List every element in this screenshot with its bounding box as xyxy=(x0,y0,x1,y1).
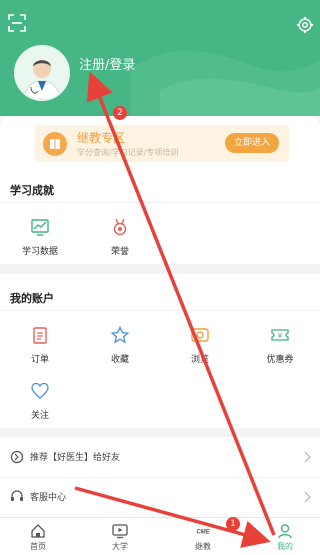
honor-item[interactable]: 荣誉 xyxy=(80,218,160,257)
order-icon xyxy=(33,327,47,344)
divider xyxy=(0,310,320,311)
book-icon xyxy=(43,132,67,156)
doctor-avatar-icon xyxy=(16,47,68,99)
chevron-right-icon xyxy=(304,451,311,463)
cme-icon: CME xyxy=(196,530,210,536)
star-icon xyxy=(111,326,129,344)
coupon-label: 优惠券 xyxy=(266,355,294,365)
order-item[interactable]: 订单 xyxy=(0,326,80,365)
recommend-label: 推荐【好医生】给好友 xyxy=(30,453,121,463)
banner-title: 继教专区 xyxy=(77,131,126,145)
recommend-row[interactable]: 推荐【好医生】给好友 xyxy=(0,437,320,477)
coupon-item[interactable]: ¥ 优惠券 xyxy=(240,326,320,365)
tab-mine-label: 我的 xyxy=(277,542,293,551)
study-data-label: 学习数据 xyxy=(21,247,58,257)
video-icon xyxy=(112,524,128,539)
step-1-number: 1 xyxy=(230,519,236,529)
enter-now-button[interactable]: 立即进入 xyxy=(225,133,279,153)
favorites-label: 收藏 xyxy=(110,355,129,365)
list-card: 推荐【好医生】给好友 客服中心 xyxy=(0,437,320,517)
study-data-item[interactable]: 学习数据 xyxy=(0,218,80,257)
avatar[interactable] xyxy=(14,45,70,101)
top-card: 继教专区 学分查询/学习记录/专项培训 立即进入 学习成就 学习数据 荣誉 xyxy=(0,116,320,264)
tab-home-label: 首页 xyxy=(30,542,46,551)
follow-label: 关注 xyxy=(30,411,49,421)
coupon-icon: ¥ xyxy=(271,329,289,341)
scan-icon[interactable] xyxy=(8,14,26,32)
bottom-tab-bar: 首页 大学 CME 继教 我的 xyxy=(0,517,320,555)
tab-university-label: 大学 xyxy=(112,542,128,551)
order-label: 订单 xyxy=(30,355,49,365)
tab-university[interactable]: 大学 xyxy=(88,518,152,555)
eye-icon xyxy=(191,328,209,342)
customer-service-label: 客服中心 xyxy=(30,493,67,503)
headset-icon xyxy=(11,490,23,501)
svg-text:CME: CME xyxy=(196,530,210,536)
study-section-title: 学习成就 xyxy=(10,184,54,197)
account-section-title: 我的账户 xyxy=(10,292,54,305)
cme-banner[interactable]: 继教专区 学分查询/学习记录/专项培训 立即进入 xyxy=(35,125,289,162)
history-item[interactable]: 浏览 xyxy=(160,326,240,365)
person-icon xyxy=(278,524,292,539)
account-card: 我的账户 订单 收藏 浏览 ¥ 优惠券 关注 xyxy=(0,274,320,428)
settings-gear-icon[interactable] xyxy=(296,16,314,34)
share-icon xyxy=(10,450,24,464)
medal-icon xyxy=(113,218,127,236)
home-icon xyxy=(31,524,45,538)
tab-cme-label: 继教 xyxy=(195,542,211,551)
heart-icon xyxy=(31,382,49,399)
customer-service-row[interactable]: 客服中心 xyxy=(0,477,320,517)
chevron-right-icon xyxy=(304,491,311,503)
history-label: 浏览 xyxy=(190,355,209,365)
profile-header: 注册/登录 xyxy=(0,0,320,116)
follow-item[interactable]: 关注 xyxy=(0,382,80,421)
login-register-link[interactable]: 注册/登录 xyxy=(79,54,135,73)
tab-mine[interactable]: 我的 xyxy=(253,518,317,555)
honor-label: 荣誉 xyxy=(110,247,129,257)
banner-subtitle: 学分查询/学习记录/专项培训 xyxy=(77,148,179,157)
chart-icon xyxy=(31,219,49,236)
favorites-item[interactable]: 收藏 xyxy=(80,326,160,365)
tab-home[interactable]: 首页 xyxy=(6,518,70,555)
divider xyxy=(0,202,320,203)
svg-text:¥: ¥ xyxy=(278,332,283,340)
step-2-number: 2 xyxy=(117,108,123,118)
